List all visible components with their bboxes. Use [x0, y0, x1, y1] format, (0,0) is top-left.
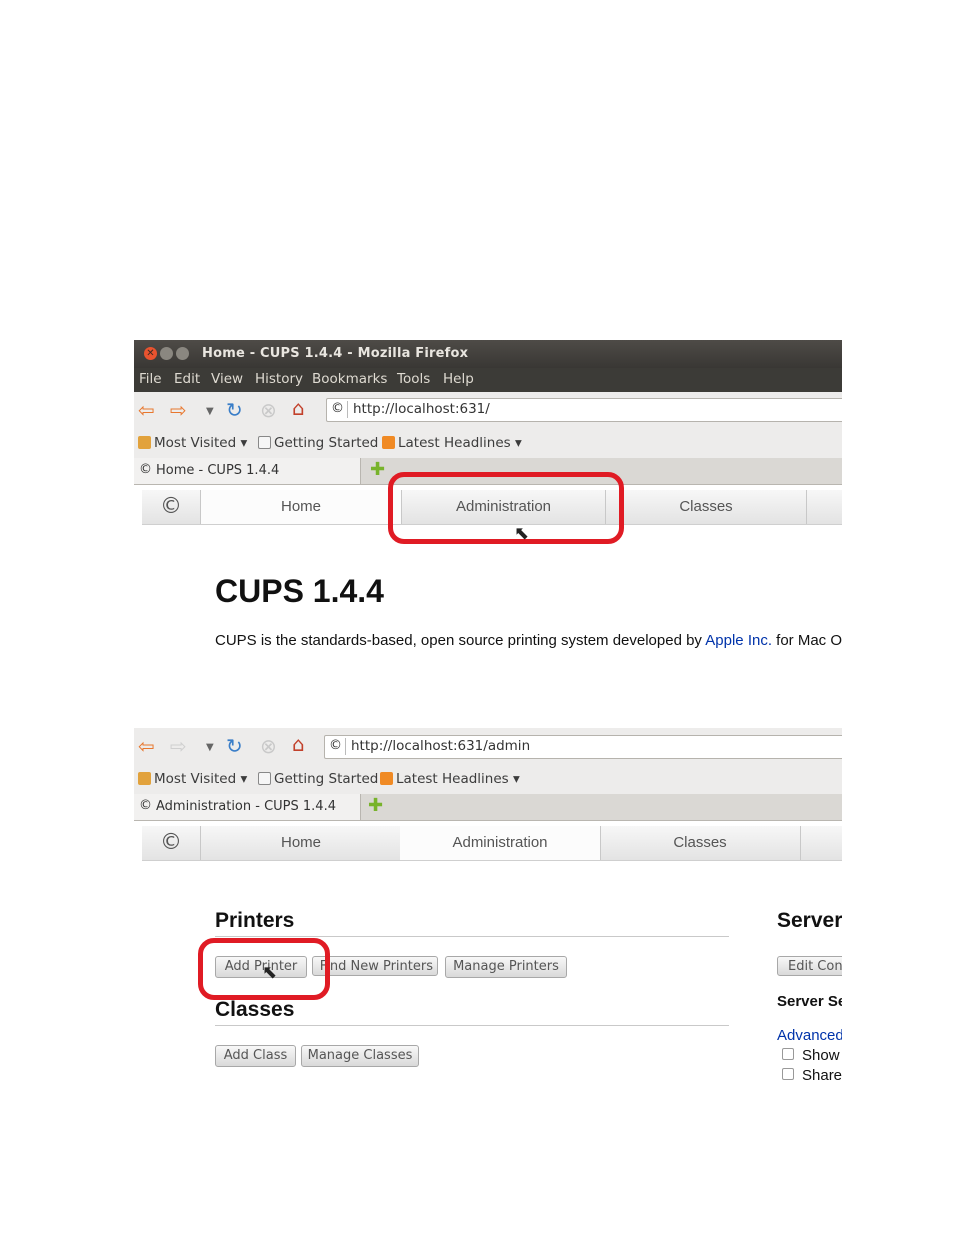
menu-history[interactable]: History — [255, 371, 303, 387]
advanced-link[interactable]: Advanced — [777, 1027, 842, 1044]
menu-edit[interactable]: Edit — [174, 371, 200, 387]
bookmarks-toolbar: Most Visited ▾ Getting Started Latest He… — [134, 766, 842, 794]
mouse-cursor-icon: ⬉ — [514, 523, 530, 544]
menu-help[interactable]: Help — [443, 371, 474, 387]
cups-logo-icon[interactable]: © — [142, 490, 201, 524]
maximize-icon[interactable] — [176, 347, 189, 360]
classes-divider — [215, 1025, 729, 1026]
checkbox-label: Show printers shared by other systems — [802, 1047, 842, 1064]
minimize-icon[interactable] — [160, 347, 173, 360]
bookmark-latest-headlines[interactable]: Latest Headlines ▾ — [382, 435, 522, 451]
checkbox-box[interactable] — [782, 1068, 794, 1080]
forward-arrow-icon[interactable]: ⇨ — [170, 736, 187, 756]
home-icon[interactable]: ⌂ — [292, 398, 305, 418]
history-dropdown-icon[interactable]: ▼ — [206, 738, 214, 758]
tab-title: Administration - CUPS 1.4.4 — [156, 799, 336, 814]
checkbox-label: Share printers connected to this system — [802, 1067, 842, 1084]
menu-file[interactable]: File — [139, 371, 162, 387]
show-shared-printers-checkbox[interactable]: Show printers shared by other systems — [782, 1047, 842, 1064]
new-tab-icon[interactable]: ✚ — [368, 795, 383, 816]
stop-icon[interactable]: ⊗ — [260, 400, 277, 420]
window-title: Home - CUPS 1.4.4 - Mozilla Firefox — [202, 346, 469, 361]
cups-logo-icon[interactable]: © — [142, 826, 201, 860]
menu-tools[interactable]: Tools — [397, 371, 430, 387]
printers-heading: Printers — [215, 909, 295, 932]
rss-icon — [382, 436, 395, 449]
bookmark-most-visited[interactable]: Most Visited ▾ — [138, 771, 247, 787]
nav-tab-administration[interactable]: Administration — [400, 826, 601, 860]
apple-link[interactable]: Apple Inc. — [705, 632, 772, 649]
url-bar[interactable]: © http://localhost:631/admin — [324, 735, 842, 759]
manage-printers-button[interactable]: Manage Printers — [445, 956, 567, 978]
description-text-end: for Mac OS — [776, 632, 842, 649]
folder-icon — [138, 436, 151, 449]
tab-strip: © Administration - CUPS 1.4.4 ✚ — [134, 794, 842, 821]
bookmark-label: Getting Started — [274, 435, 379, 451]
close-icon[interactable]: ✕ — [144, 347, 157, 360]
bookmark-most-visited[interactable]: Most Visited ▾ — [138, 435, 247, 451]
menu-bar: File Edit View History Bookmarks Tools H… — [134, 368, 842, 392]
cups-navigation: © Home Administration Classes — [142, 826, 842, 861]
share-printers-checkbox[interactable]: Share printers connected to this system — [782, 1067, 842, 1084]
url-bar[interactable]: © http://localhost:631/ — [326, 398, 842, 422]
stop-icon[interactable]: ⊗ — [260, 736, 277, 756]
bookmark-latest-headlines[interactable]: Latest Headlines ▾ — [380, 771, 520, 787]
rss-icon — [380, 772, 393, 785]
back-arrow-icon[interactable]: ⇦ — [138, 400, 155, 420]
nav-tab-home[interactable]: Home — [201, 826, 402, 860]
menu-view[interactable]: View — [211, 371, 243, 387]
url-text: http://localhost:631/ — [353, 401, 490, 417]
folder-icon — [138, 772, 151, 785]
bookmark-label: Latest Headlines ▾ — [396, 771, 520, 787]
page-icon — [258, 436, 271, 449]
url-separator — [347, 401, 348, 418]
cups-favicon-icon: © — [329, 738, 342, 753]
page-title: CUPS 1.4.4 — [215, 573, 384, 609]
browser-tab-administration[interactable]: © Administration - CUPS 1.4.4 — [134, 794, 361, 820]
server-settings-label: Server Settings: — [777, 993, 842, 1010]
home-icon[interactable]: ⌂ — [292, 734, 305, 754]
window-titlebar: ✕ Home - CUPS 1.4.4 - Mozilla Firefox — [134, 340, 842, 368]
classes-heading: Classes — [215, 998, 295, 1021]
navigation-toolbar: ⇦ ⇨ ▼ ↻ ⊗ ⌂ © http://localhost:631/ — [134, 392, 842, 430]
back-arrow-icon[interactable]: ⇦ — [138, 736, 155, 756]
reload-icon[interactable]: ↻ — [226, 736, 243, 756]
tab-title: Home - CUPS 1.4.4 — [156, 463, 280, 478]
url-separator — [345, 738, 346, 755]
manage-classes-button[interactable]: Manage Classes — [301, 1045, 419, 1067]
find-new-printers-button[interactable]: Find New Printers — [312, 956, 438, 976]
nav-tab-classes[interactable]: Classes — [606, 490, 807, 524]
bookmark-label: Most Visited ▾ — [154, 435, 248, 451]
bookmark-label: Latest Headlines ▾ — [398, 435, 522, 451]
printers-divider — [215, 936, 729, 937]
page-description: CUPS is the standards-based, open source… — [215, 632, 842, 649]
add-class-button[interactable]: Add Class — [215, 1045, 296, 1067]
history-dropdown-icon[interactable]: ▼ — [206, 402, 214, 422]
bookmarks-toolbar: Most Visited ▾ Getting Started Latest He… — [134, 430, 842, 458]
nav-tab-classes[interactable]: Classes — [600, 826, 801, 860]
new-tab-icon[interactable]: ✚ — [370, 459, 385, 480]
cups-favicon-icon: © — [139, 462, 152, 477]
bookmark-label: Getting Started — [274, 771, 379, 787]
nav-tab-home[interactable]: Home — [201, 490, 402, 524]
browser-tab-home[interactable]: © Home - CUPS 1.4.4 — [134, 458, 361, 484]
bookmark-getting-started[interactable]: Getting Started — [258, 771, 378, 787]
menu-bookmarks[interactable]: Bookmarks — [312, 371, 387, 387]
navigation-toolbar: ⇦ ⇨ ▼ ↻ ⊗ ⌂ © http://localhost:631/admin — [134, 728, 842, 766]
cups-favicon-icon: © — [139, 798, 152, 813]
bookmark-label: Most Visited ▾ — [154, 771, 248, 787]
bookmark-getting-started[interactable]: Getting Started — [258, 435, 378, 451]
edit-configuration-file-button[interactable]: Edit Configuration File — [777, 956, 842, 976]
cups-favicon-icon: © — [331, 401, 344, 416]
page-icon — [258, 772, 271, 785]
server-heading: Server — [777, 909, 842, 932]
highlight-administration-tab — [388, 472, 624, 544]
forward-arrow-icon[interactable]: ⇨ — [170, 400, 187, 420]
mouse-cursor-icon: ⬉ — [262, 962, 278, 983]
description-text: CUPS is the standards-based, open source… — [215, 632, 706, 649]
url-text: http://localhost:631/admin — [351, 738, 531, 754]
checkbox-box[interactable] — [782, 1048, 794, 1060]
reload-icon[interactable]: ↻ — [226, 400, 243, 420]
screenshot-administration: ⇦ ⇨ ▼ ↻ ⊗ ⌂ © http://localhost:631/admin… — [134, 728, 842, 1090]
